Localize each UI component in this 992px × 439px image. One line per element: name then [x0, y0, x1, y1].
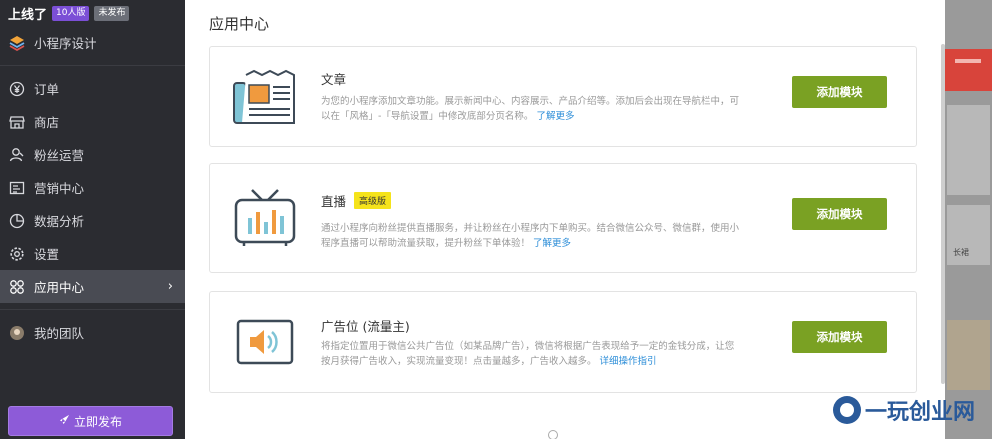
sidebar-item-label: 我的团队	[34, 326, 85, 341]
team-avatar-icon	[9, 325, 25, 341]
preview-label: 长裙	[953, 248, 969, 257]
preview-banner	[945, 49, 992, 91]
sidebar-item-orders[interactable]: 订单	[0, 72, 185, 105]
marketing-icon	[9, 180, 25, 196]
premium-badge: 高级版	[354, 192, 392, 209]
sidebar-item-marketing[interactable]: 营销中心	[0, 171, 185, 204]
app-card-description: 为您的小程序添加文章功能。展示新闻中心、内容展示、产品介绍等。添加后会出现在导航…	[321, 94, 741, 124]
app-card-desc-text: 通过小程序向粉丝提供直播服务，并让粉丝在小程序内下单购买。结合微信公众号、微信群…	[321, 223, 740, 249]
sidebar-divider	[0, 309, 185, 310]
speaker-icon	[232, 318, 298, 378]
add-module-button[interactable]: 添加模块	[792, 198, 887, 230]
publish-label: 立即发布	[73, 414, 122, 429]
plan-badge: 10人版	[52, 5, 90, 21]
app-card-title: 直播 高级版	[321, 191, 392, 210]
status-badge: 未发布	[94, 5, 130, 21]
fans-icon	[9, 147, 25, 163]
newspaper-icon	[232, 69, 298, 129]
brand-name: 上线了	[8, 7, 48, 23]
background-preview: 长裙	[945, 0, 992, 439]
sidebar-item-label: 订单	[34, 82, 60, 97]
gear-icon	[9, 246, 25, 262]
store-icon	[9, 114, 25, 130]
app-card-article: 文章 为您的小程序添加文章功能。展示新闻中心、内容展示、产品介绍等。添加后会出现…	[209, 46, 917, 147]
app-card-title: 广告位 (流量主)	[321, 316, 410, 335]
preview-image	[947, 320, 990, 390]
sidebar-item-settings[interactable]: 设置	[0, 237, 185, 270]
sidebar-item-label: 粉丝运营	[34, 148, 85, 163]
watermark-text: 一玩创业网	[865, 399, 976, 425]
preview-image	[947, 105, 990, 195]
sidebar-item-label: 设置	[34, 247, 60, 262]
pie-chart-icon	[9, 213, 25, 229]
add-module-button[interactable]: 添加模块	[792, 321, 887, 353]
yen-icon	[9, 81, 25, 97]
sidebar-item-analytics[interactable]: 数据分析	[0, 204, 185, 237]
sidebar-item-store[interactable]: 商店	[0, 105, 185, 138]
layers-icon	[9, 35, 25, 51]
app-card-desc-text: 将指定位置用于微信公共广告位（如某品牌广告），微信将根据广告表现给予一定的金钱分…	[321, 341, 735, 367]
watermark: 一玩创业网	[833, 394, 975, 426]
scroll-indicator	[548, 430, 558, 439]
scrollbar[interactable]	[941, 44, 945, 384]
learn-more-link[interactable]: 了解更多	[536, 111, 574, 122]
publish-button[interactable]: 立即发布	[8, 406, 173, 436]
app-card-live: 直播 高级版 通过小程序向粉丝提供直播服务，并让粉丝在小程序内下单购买。结合微信…	[209, 163, 917, 273]
app-card-name: 直播	[321, 194, 347, 209]
sidebar-item-label: 小程序设计	[34, 36, 97, 51]
chevron-right-icon: ›	[167, 279, 173, 294]
page-title: 应用中心	[209, 15, 270, 33]
operation-guide-link[interactable]: 详细操作指引	[600, 356, 657, 367]
app-card-description: 将指定位置用于微信公共广告位（如某品牌广告），微信将根据广告表现给予一定的金钱分…	[321, 339, 741, 369]
sidebar-divider	[0, 65, 185, 66]
app-card-ad-slot: 广告位 (流量主) 将指定位置用于微信公共广告位（如某品牌广告），微信将根据广告…	[209, 291, 917, 393]
rocket-icon	[59, 414, 70, 428]
sidebar-item-mini-program-design[interactable]: 小程序设计	[0, 26, 185, 59]
sidebar: 上线了 10人版 未发布 小程序设计 订单 商店 粉丝运营 营销中心 数据分析 …	[0, 0, 185, 439]
sidebar-item-label: 商店	[34, 115, 60, 130]
watermark-logo-icon	[833, 396, 861, 424]
brand-header: 上线了 10人版 未发布	[0, 0, 185, 26]
app-card-description: 通过小程序向粉丝提供直播服务，并让粉丝在小程序内下单购买。结合微信公众号、微信群…	[321, 221, 741, 251]
apps-icon	[9, 279, 25, 295]
sidebar-item-label: 应用中心	[34, 280, 85, 295]
learn-more-link[interactable]: 了解更多	[533, 238, 571, 249]
app-card-desc-text: 为您的小程序添加文章功能。展示新闻中心、内容展示、产品介绍等。添加后会出现在导航…	[321, 96, 740, 122]
sidebar-item-label: 数据分析	[34, 214, 85, 229]
sidebar-item-app-center[interactable]: 应用中心 ›	[0, 270, 185, 303]
app-card-name: 文章	[321, 72, 347, 87]
tv-icon	[232, 188, 298, 248]
sidebar-item-fans[interactable]: 粉丝运营	[0, 138, 185, 171]
sidebar-item-label: 营销中心	[34, 181, 85, 196]
app-card-title: 文章	[321, 69, 346, 88]
sidebar-item-my-team[interactable]: 我的团队	[0, 316, 185, 349]
add-module-button[interactable]: 添加模块	[792, 76, 887, 108]
app-card-name: 广告位 (流量主)	[321, 319, 410, 334]
